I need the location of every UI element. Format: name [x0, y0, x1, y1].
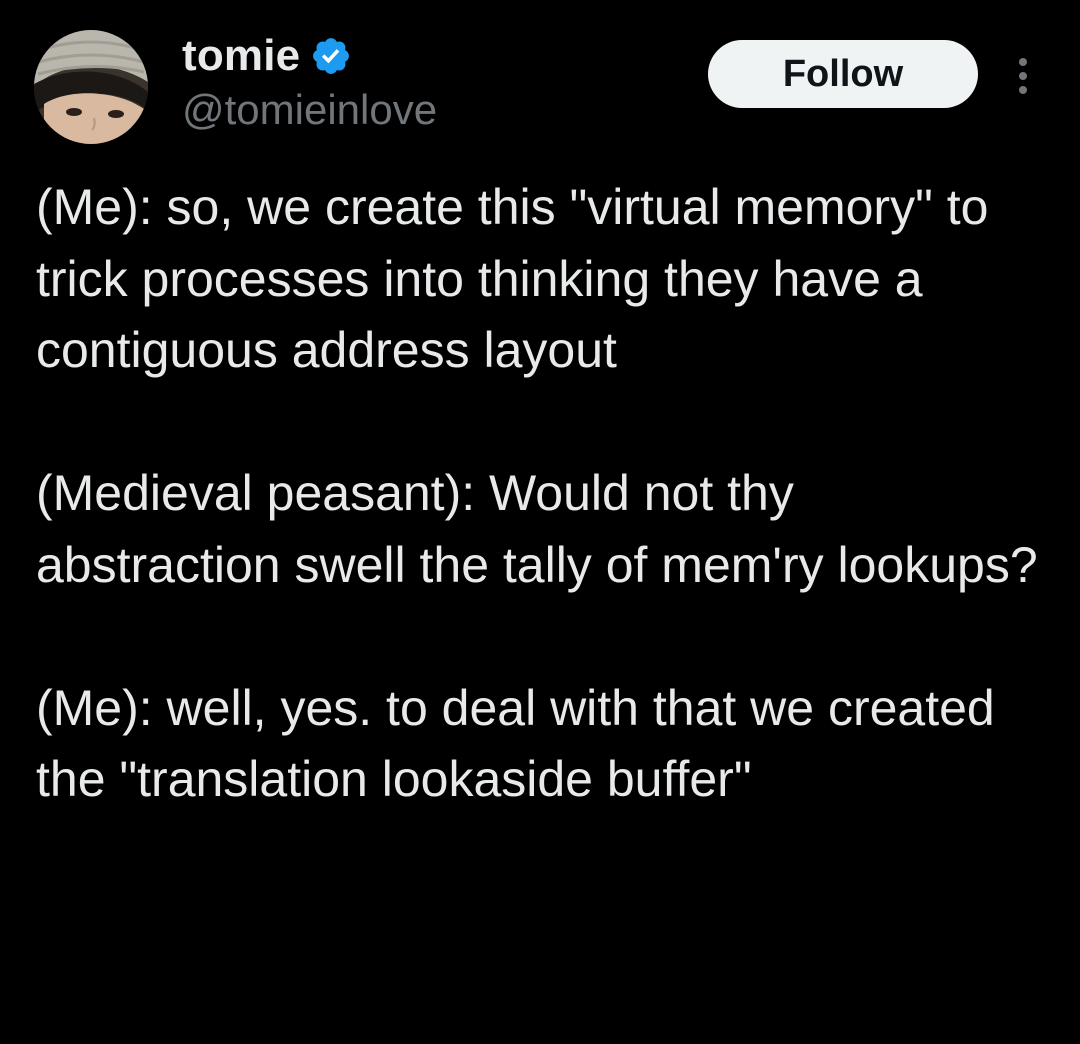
verified-badge-icon — [310, 35, 352, 77]
tweet-paragraph: (Medieval peasant): Would not thy abstra… — [36, 465, 1038, 593]
avatar[interactable] — [34, 30, 148, 144]
follow-button[interactable]: Follow — [708, 40, 978, 108]
more-vertical-icon[interactable] — [1010, 56, 1036, 96]
tweet: tomie @tomieinlove Follow (Me): so, we c… — [0, 0, 1080, 1044]
avatar-image — [34, 30, 148, 144]
tweet-paragraph: (Me): so, we create this "virtual memory… — [36, 179, 989, 378]
tweet-paragraph: (Me): well, yes. to deal with that we cr… — [36, 679, 995, 808]
tweet-text: (Me): so, we create this "virtual memory… — [36, 172, 1046, 816]
display-name-row: tomie — [182, 30, 352, 82]
display-name[interactable]: tomie — [182, 31, 300, 81]
user-handle[interactable]: @tomieinlove — [182, 86, 437, 134]
